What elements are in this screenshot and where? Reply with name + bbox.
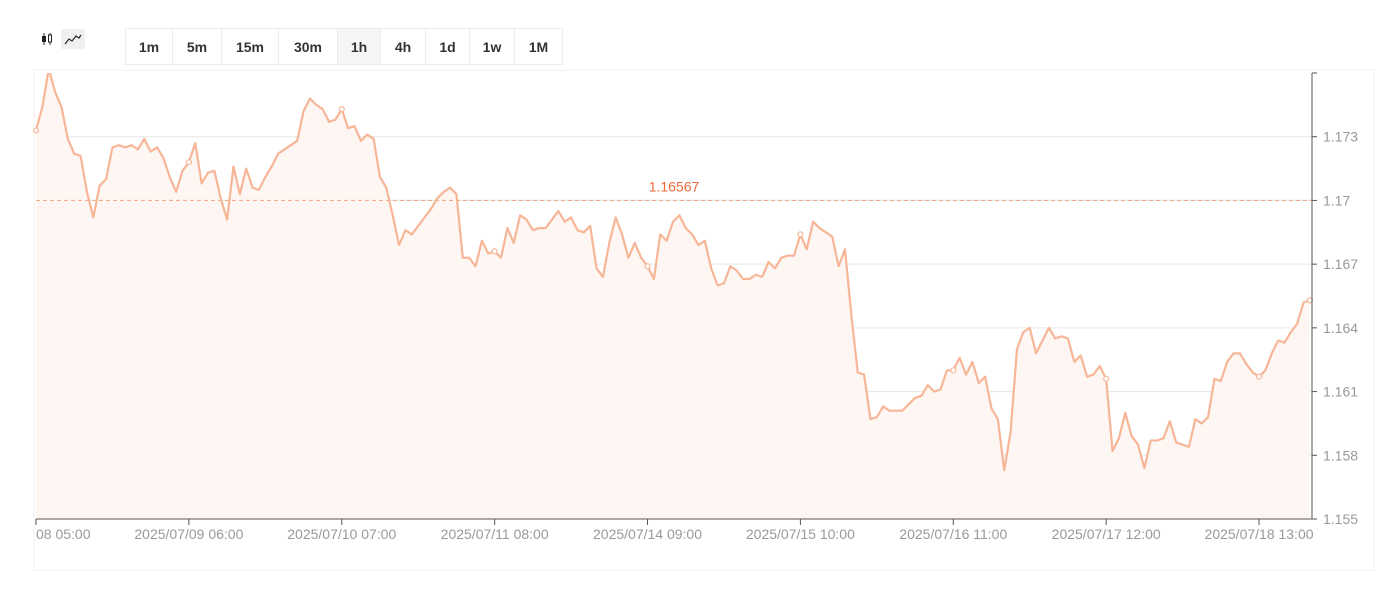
x-tick-label-8: 2025/07/18 13:00: [1205, 526, 1314, 542]
reference-line-label: 1.16567: [649, 178, 700, 194]
y-tick-label-0: 1.155: [1323, 511, 1358, 527]
data-point-marker: [32, 127, 40, 134]
x-axis-labels: 2025/07/08 05:00 2025/07/09 06:00 2025/07/…: [0, 526, 1314, 542]
data-point-marker: [797, 231, 804, 238]
x-tick-label-1: 2025/07/09 06:00: [134, 526, 243, 542]
y-tick-label-4: 1.167: [1323, 256, 1358, 272]
data-point-marker: [1103, 375, 1110, 382]
data-point-marker: [491, 248, 498, 255]
y-tick-label-1: 1.158: [1323, 447, 1358, 463]
data-point-marker: [1255, 373, 1263, 380]
x-tick-label-3: 2025/07/11 08:00: [441, 526, 549, 542]
x-tick-label-4: 2025/07/14 09:00: [593, 526, 702, 542]
y-tick-label-5: 1.17: [1323, 192, 1350, 208]
y-tick-label-2: 1.161: [1323, 384, 1358, 400]
data-point-marker: [338, 106, 345, 113]
x-tick-label-2: 2025/07/10 07:00: [287, 526, 396, 542]
x-tick-label-0: 2025/07/08 05:00: [0, 526, 91, 542]
data-point-marker: [185, 159, 192, 166]
y-tick-label-3: 1.164: [1323, 320, 1358, 336]
data-point-marker: [644, 263, 651, 270]
x-tick-label-7: 2025/07/17 12:00: [1052, 526, 1161, 542]
y-axis-labels: 1.155 1.158 1.161 1.164 1.167 1.17 1.173: [1323, 129, 1358, 527]
x-tick-label-6: 2025/07/16 11:00: [899, 526, 1007, 542]
data-point-marker: [950, 367, 957, 374]
y-tick-label-6: 1.173: [1323, 129, 1358, 145]
x-tick-label-5: 2025/07/15 10:00: [746, 526, 855, 542]
price-chart: 1.16567 1.1551.1581.1611.1641.1671.171.1…: [0, 69, 1375, 571]
